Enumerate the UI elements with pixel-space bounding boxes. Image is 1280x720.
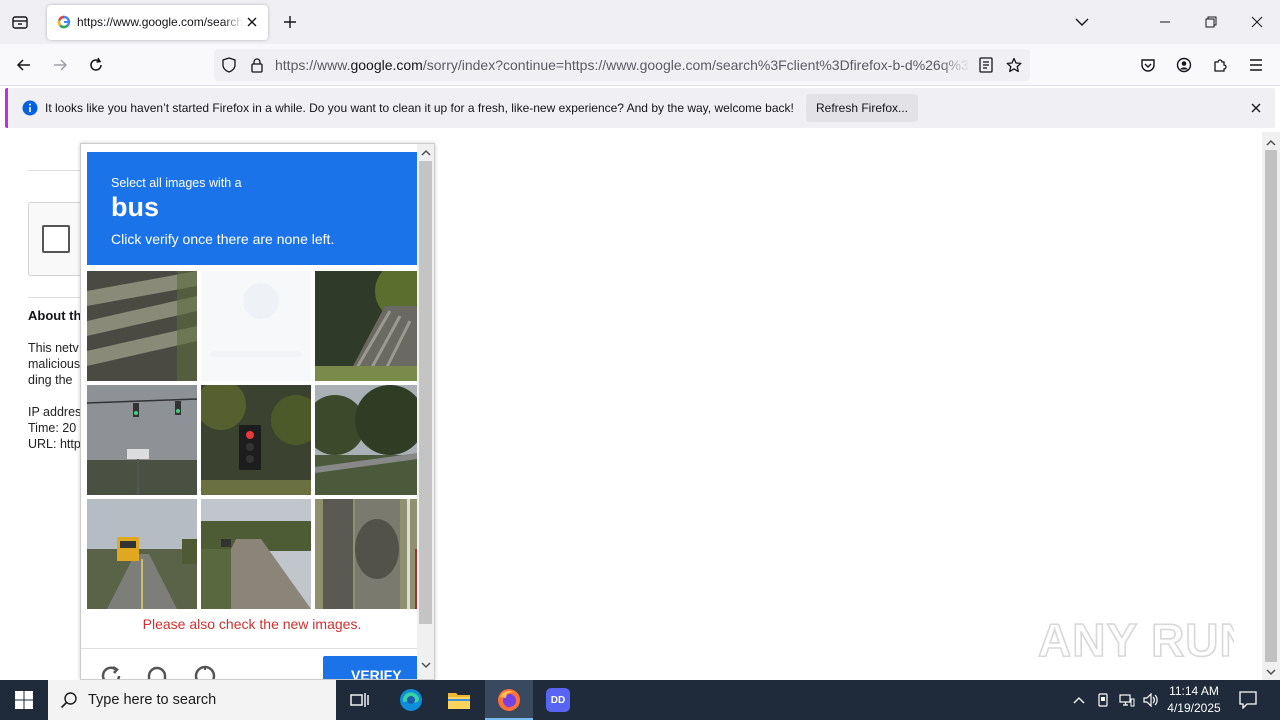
- dd-app-label: DD: [546, 688, 570, 712]
- verify-button[interactable]: VERIFY: [323, 656, 423, 679]
- challenge-instruction: Select all images with a: [111, 176, 242, 190]
- windows-taskbar: Type here to search DD 11:14 AM 4/19/202…: [0, 680, 1280, 720]
- page-text-line: This netv: [28, 341, 79, 355]
- challenge-header: Select all images with a bus Click verif…: [87, 152, 417, 265]
- minimize-window-icon[interactable]: [1142, 0, 1188, 44]
- pocket-icon[interactable]: [1134, 51, 1162, 79]
- scroll-up-arrow-icon[interactable]: [1262, 134, 1280, 150]
- image-tile-8[interactable]: [201, 499, 311, 609]
- divider: [28, 297, 88, 298]
- image-tile-2[interactable]: [201, 271, 311, 381]
- google-favicon-icon: [57, 15, 71, 29]
- task-view-icon[interactable]: [336, 680, 384, 720]
- restore-window-icon[interactable]: [1188, 0, 1234, 44]
- search-placeholder: Type here to search: [88, 692, 217, 708]
- image-tile-7[interactable]: [87, 499, 197, 609]
- notification-message: It looks like you haven’t started Firefo…: [45, 101, 794, 115]
- scrollbar-thumb[interactable]: [419, 161, 432, 624]
- challenge-keyword: bus: [111, 192, 160, 222]
- lock-icon[interactable]: [248, 56, 266, 74]
- account-icon[interactable]: [1170, 51, 1198, 79]
- reader-view-icon[interactable]: [977, 56, 995, 74]
- info-icon: [22, 100, 38, 116]
- image-tile-3[interactable]: [315, 271, 425, 381]
- image-tile-5[interactable]: [201, 385, 311, 495]
- scroll-up-arrow-icon[interactable]: [417, 144, 434, 161]
- network-icon[interactable]: [1118, 690, 1136, 710]
- page-text-line: malicious: [28, 357, 81, 371]
- url-text[interactable]: https://www.google.com/sorry/index?conti…: [275, 57, 970, 73]
- challenge-scrollbar[interactable]: [417, 144, 434, 679]
- divider: [81, 648, 417, 649]
- challenge-subinstruction: Click verify once there are none left.: [111, 231, 335, 247]
- page-scrollbar[interactable]: [1262, 132, 1280, 680]
- device-tray-icon[interactable]: [1094, 690, 1112, 710]
- clock-date[interactable]: 4/19/2025: [1166, 701, 1222, 715]
- image-tile-9[interactable]: [315, 499, 425, 609]
- bookmark-star-icon[interactable]: [1005, 56, 1023, 74]
- notification-center-icon[interactable]: [1238, 689, 1258, 711]
- scrollbar-thumb[interactable]: [1265, 150, 1277, 662]
- tracking-protection-shield-icon[interactable]: [220, 56, 238, 74]
- show-hidden-icons-chevron-icon[interactable]: [1070, 690, 1088, 710]
- list-all-tabs-chevron-icon[interactable]: [1070, 10, 1094, 34]
- navigation-toolbar: https://www.google.com/sorry/index?conti…: [0, 44, 1280, 86]
- url-prefix: https://www.: [275, 57, 351, 73]
- taskbar-search-input[interactable]: Type here to search: [48, 680, 336, 720]
- close-window-icon[interactable]: [1234, 0, 1280, 44]
- page-text-line: ding the: [28, 373, 73, 387]
- divider: [28, 170, 88, 171]
- tab-strip: https://www.google.com/search?client=fir…: [0, 0, 1280, 44]
- scroll-down-arrow-icon[interactable]: [1262, 664, 1280, 680]
- extensions-puzzle-icon[interactable]: [1206, 51, 1234, 79]
- reload-challenge-icon[interactable]: [99, 664, 123, 679]
- url-path: /sorry/index?continue=https://www.google…: [422, 57, 970, 73]
- clock-time[interactable]: 11:14 AM: [1166, 684, 1222, 698]
- notification-bar: It looks like you haven’t started Firefo…: [5, 88, 1275, 128]
- url-host: google.com: [350, 57, 423, 73]
- anyrun-watermark-logo: ANY RUN: [1038, 608, 1234, 670]
- audio-challenge-headphones-icon[interactable]: [145, 664, 169, 679]
- edge-browser-icon[interactable]: [387, 680, 435, 720]
- recaptcha-challenge-popup: Select all images with a bus Click verif…: [80, 143, 435, 680]
- refresh-firefox-button[interactable]: Refresh Firefox...: [806, 94, 918, 122]
- challenge-error-message: Please also check the new images.: [142, 616, 362, 632]
- reload-icon[interactable]: [82, 51, 110, 79]
- windows-start-icon[interactable]: [0, 680, 48, 720]
- time-line: Time: 20: [28, 421, 77, 435]
- new-tab-icon[interactable]: [278, 10, 302, 34]
- watermark-text: ANY RUN: [1038, 614, 1234, 666]
- image-tile-6[interactable]: [315, 385, 425, 495]
- close-notification-icon[interactable]: [1248, 100, 1264, 116]
- dd-app-icon[interactable]: DD: [534, 680, 582, 720]
- about-heading: About th: [28, 308, 82, 323]
- file-explorer-folder-icon[interactable]: [435, 680, 483, 720]
- back-arrow-icon[interactable]: [10, 51, 38, 79]
- recaptcha-widget: [28, 202, 88, 276]
- hamburger-menu-icon[interactable]: [1242, 51, 1270, 79]
- volume-speaker-icon[interactable]: [1142, 690, 1160, 710]
- image-tile-4[interactable]: [87, 385, 197, 495]
- tab-title: https://www.google.com/search?client=fir…: [77, 15, 243, 29]
- tab-list-icon[interactable]: [6, 8, 34, 36]
- ip-address-line: IP addres: [28, 405, 82, 419]
- scroll-down-arrow-icon[interactable]: [417, 657, 434, 674]
- recaptcha-checkbox[interactable]: [42, 225, 70, 253]
- help-info-icon[interactable]: [193, 664, 217, 679]
- url-line: URL: http: [28, 437, 81, 451]
- search-icon: [60, 691, 78, 709]
- image-tile-1[interactable]: [87, 271, 197, 381]
- firefox-taskbar-icon[interactable]: [485, 680, 533, 720]
- forward-arrow-icon[interactable]: [46, 51, 74, 79]
- browser-tab[interactable]: https://www.google.com/search?client=fir…: [47, 5, 268, 40]
- close-tab-icon[interactable]: [244, 14, 260, 30]
- url-bar[interactable]: https://www.google.com/sorry/index?conti…: [214, 49, 1030, 81]
